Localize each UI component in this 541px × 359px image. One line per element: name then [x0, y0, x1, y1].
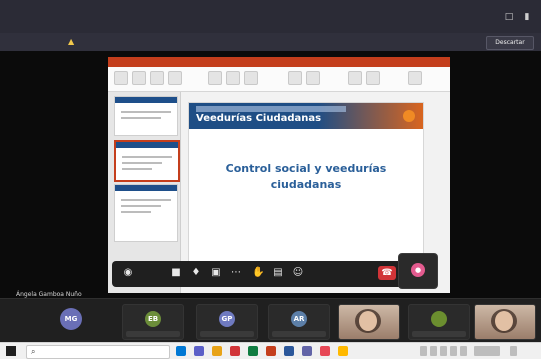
taskbar-app-icon[interactable] — [320, 346, 330, 356]
participant-avatar[interactable]: MG — [60, 308, 82, 330]
participant-avatar: EB — [145, 311, 161, 327]
self-preview[interactable]: ● — [398, 253, 438, 289]
thumbnail-line — [121, 117, 161, 119]
taskbar-app-icon[interactable] — [230, 346, 240, 356]
ribbon-tool[interactable] — [150, 71, 164, 85]
slide-header: Veedurías Ciudadanas — [189, 103, 423, 129]
ribbon-tool[interactable] — [132, 71, 146, 85]
ribbon-tool[interactable] — [208, 71, 222, 85]
participant-name-placeholder — [412, 331, 466, 337]
participant-avatar — [431, 311, 447, 327]
warning-icon: ▲ — [68, 37, 75, 46]
meeting-controls-bar: ◉ ■ ♦ ▣ ⋯ ✋ ▤ ☺ ☎ ● — [112, 253, 438, 289]
dismiss-button[interactable]: Descartar — [486, 36, 534, 50]
teams-meeting-window: □ ▮ ▲ Descartar Veedurías Ciudadanas Con… — [0, 0, 541, 359]
ribbon-tool[interactable] — [244, 71, 258, 85]
microphone-icon[interactable]: ♦ — [190, 267, 202, 279]
shared-screen: Veedurías Ciudadanas Control social y ve… — [0, 51, 541, 298]
video-face — [359, 311, 377, 331]
tray-icon[interactable] — [420, 346, 427, 356]
participant-tile[interactable]: EB — [122, 304, 184, 340]
close-window-icon[interactable]: ▮ — [520, 12, 534, 22]
people-icon[interactable]: ☺ — [292, 267, 304, 279]
participant-avatar: GP — [219, 311, 235, 327]
chat-icon[interactable]: ▤ — [272, 267, 284, 279]
participant-video[interactable] — [338, 304, 400, 340]
meeting-timer — [138, 268, 164, 278]
taskbar-app-icon[interactable] — [248, 346, 258, 356]
participant-name-placeholder — [272, 331, 326, 337]
ribbon-tool[interactable] — [348, 71, 362, 85]
slide-body-title: Control social y veedurías ciudadanas — [225, 162, 387, 191]
ppt-title-strip — [108, 57, 450, 67]
raise-hand-icon[interactable]: ✋ — [252, 267, 264, 279]
minimize-icon[interactable]: □ — [502, 12, 516, 22]
thumbnail-band — [115, 97, 177, 103]
taskbar-app-icon[interactable] — [176, 346, 186, 356]
thumbnail-line — [122, 168, 152, 170]
search-icon: ⌕ — [31, 347, 36, 356]
ribbon-tool[interactable] — [366, 71, 380, 85]
tray-icon[interactable] — [450, 346, 457, 356]
taskbar-app-icon[interactable] — [302, 346, 312, 356]
current-slide[interactable]: Veedurías Ciudadanas Control social y ve… — [188, 102, 424, 274]
windows-start-icon[interactable] — [6, 346, 16, 356]
banner-text — [78, 37, 462, 47]
thumbnail-line — [121, 199, 171, 201]
system-tray — [420, 346, 532, 356]
slide-thumbnail[interactable] — [114, 184, 178, 242]
recording-notice-banner: ▲ Descartar — [0, 33, 541, 51]
ribbon-tool[interactable] — [226, 71, 240, 85]
share-screen-icon[interactable]: ▣ — [210, 267, 222, 279]
ppt-ribbon — [108, 67, 450, 92]
taskbar-app-icon[interactable] — [284, 346, 294, 356]
thumbnail-band — [115, 185, 177, 191]
participant-tile[interactable]: GP — [196, 304, 258, 340]
thumbnail-band — [116, 142, 178, 148]
tray-icon[interactable] — [460, 346, 467, 356]
taskbar-app-icon[interactable] — [212, 346, 222, 356]
ribbon-tool[interactable] — [288, 71, 302, 85]
more-icon[interactable]: ⋯ — [230, 267, 242, 279]
ribbon-tool[interactable] — [306, 71, 320, 85]
thumbnail-line — [121, 111, 171, 113]
hangup-button[interactable]: ☎ — [378, 266, 396, 280]
taskbar-app-icon[interactable] — [266, 346, 276, 356]
camera-icon[interactable]: ■ — [170, 267, 182, 279]
participant-tile[interactable]: AR — [268, 304, 330, 340]
tray-icon[interactable] — [440, 346, 447, 356]
thumbnail-line — [121, 205, 161, 207]
tray-icon[interactable] — [430, 346, 437, 356]
title-bar: □ ▮ — [0, 0, 541, 33]
windows-taskbar: ⌕ — [0, 342, 541, 359]
participant-tile[interactable] — [408, 304, 470, 340]
participant-avatar: AR — [291, 311, 307, 327]
thumbnail-line — [121, 211, 151, 213]
notifications-icon[interactable] — [510, 346, 517, 356]
ribbon-tool[interactable] — [114, 71, 128, 85]
taskbar-app-icon[interactable] — [194, 346, 204, 356]
clock-area[interactable] — [474, 346, 500, 356]
taskbar-search[interactable]: ⌕ — [26, 345, 170, 359]
taskbar-app-icon[interactable] — [338, 346, 348, 356]
participant-video[interactable] — [474, 304, 536, 340]
participant-name-placeholder — [200, 331, 254, 337]
slide-thumbnail-selected[interactable] — [114, 140, 180, 182]
thumbnail-line — [122, 162, 162, 164]
ribbon-tool[interactable] — [408, 71, 422, 85]
self-avatar: ● — [411, 263, 425, 277]
participants-strip: MG EB GP AR — [0, 298, 541, 343]
record-icon[interactable]: ◉ — [122, 267, 134, 279]
ribbon-tool[interactable] — [168, 71, 182, 85]
slide-thumbnail[interactable] — [114, 96, 178, 136]
thumbnail-line — [122, 156, 172, 158]
video-face — [495, 311, 513, 331]
slide-title: Veedurías Ciudadanas — [196, 113, 322, 124]
participant-name-placeholder — [126, 331, 180, 337]
logo-icon — [403, 110, 415, 122]
